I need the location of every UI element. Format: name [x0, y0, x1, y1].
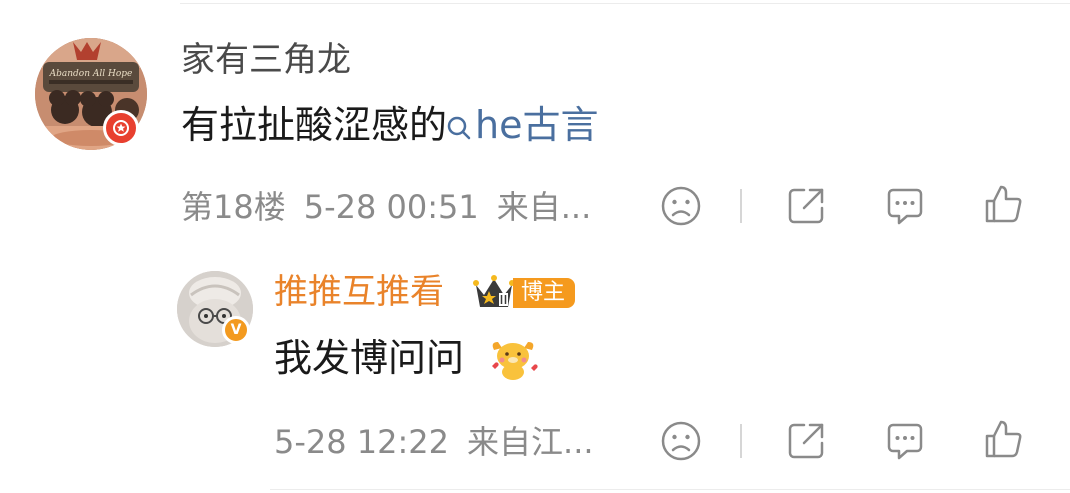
comment-body: 有拉扯酸涩感的	[181, 103, 448, 147]
dog-emoji-icon	[492, 342, 538, 380]
reply-share-icon[interactable]	[784, 419, 828, 463]
share-icon[interactable]	[784, 184, 828, 228]
verified-v-icon: V	[222, 316, 250, 344]
floor-label: 第18楼	[181, 188, 286, 226]
crown-icon	[473, 275, 515, 307]
reply-thumbs-up-icon[interactable]	[981, 417, 1025, 461]
top-divider	[180, 3, 1070, 4]
search-link[interactable]: he古言	[447, 103, 598, 147]
verified-badge-icon	[103, 110, 139, 146]
comment-source: 来自...	[496, 188, 592, 226]
action-separator	[740, 189, 742, 223]
blogger-badge: 博主	[513, 278, 576, 308]
comment-icon[interactable]	[883, 184, 927, 228]
reply-meta: 5-28 12:22 来自江...	[274, 421, 594, 463]
avatar-text: Abandon All Hope	[49, 69, 133, 79]
sad-face-icon[interactable]	[659, 184, 703, 228]
thumbs-up-icon[interactable]	[981, 182, 1025, 226]
comment-text: 有拉扯酸涩感的 he古言	[181, 100, 598, 150]
reply-username[interactable]: 推推互推看	[274, 270, 444, 314]
reply-action-separator	[740, 424, 742, 458]
comment-username[interactable]: 家有三角龙	[181, 38, 351, 82]
reply-sad-face-icon[interactable]	[659, 419, 703, 463]
search-link-label: he古言	[475, 103, 599, 147]
search-icon	[447, 116, 471, 140]
reply-comment-icon[interactable]	[883, 419, 927, 463]
reply-source: 来自江...	[467, 423, 594, 461]
bottom-divider	[270, 489, 1070, 490]
reply-text: 我发博问问	[274, 336, 465, 380]
comment-timestamp: 5-28 00:51	[303, 188, 479, 226]
comment-meta: 第18楼 5-28 00:51 来自...	[181, 186, 591, 228]
reply-timestamp: 5-28 12:22	[274, 423, 450, 461]
